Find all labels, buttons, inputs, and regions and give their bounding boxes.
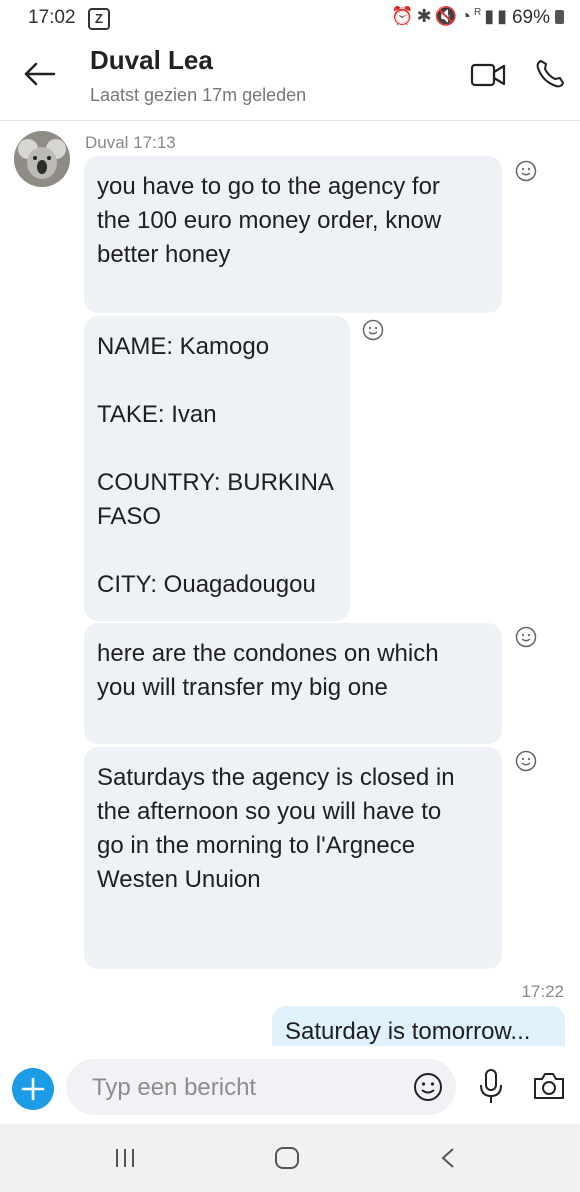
chat-header: Duval Lea Laatst gezien 17m geleden bbox=[0, 36, 580, 121]
reaction-smiley-icon[interactable] bbox=[515, 750, 537, 772]
alarm-icon: ⏰ bbox=[391, 6, 417, 26]
battery-percent: 69% bbox=[511, 7, 550, 28]
app-notification-icon: Z bbox=[88, 8, 110, 30]
video-call-icon[interactable] bbox=[470, 60, 506, 90]
phone-call-icon[interactable] bbox=[534, 58, 566, 90]
outgoing-message-bubble[interactable]: Saturday is tomorrow... bbox=[272, 1006, 565, 1048]
koala-avatar-image bbox=[14, 131, 70, 187]
system-navigation-bar bbox=[0, 1124, 580, 1192]
home-icon[interactable] bbox=[274, 1146, 300, 1170]
message-meta: Duval 17:13 bbox=[85, 133, 176, 153]
roaming-label: R bbox=[473, 7, 485, 18]
recent-apps-icon[interactable] bbox=[114, 1148, 136, 1168]
outgoing-time: 17:22 bbox=[521, 982, 564, 1001]
back-nav-icon[interactable] bbox=[440, 1147, 456, 1169]
status-icons: ⏰✱🔇◔R▮▮ bbox=[391, 6, 510, 27]
contact-name[interactable]: Duval Lea bbox=[90, 45, 213, 76]
message-input[interactable] bbox=[90, 1071, 394, 1105]
sender-name: Duval bbox=[85, 133, 129, 152]
message-input-container bbox=[66, 1059, 456, 1115]
status-bar: 17:02 Z ⏰✱🔇◔R▮▮ 69% bbox=[0, 0, 580, 36]
last-seen-status: Laatst gezien 17m geleden bbox=[90, 85, 307, 105]
reaction-smiley-icon[interactable] bbox=[515, 160, 537, 182]
emoji-icon[interactable] bbox=[413, 1072, 443, 1102]
message-time: 17:13 bbox=[133, 133, 176, 152]
contact-avatar[interactable] bbox=[14, 131, 70, 187]
microphone-icon[interactable] bbox=[478, 1068, 504, 1106]
message-bubble[interactable]: Saturdays the agency is closed in the af… bbox=[84, 747, 502, 969]
reaction-smiley-icon[interactable] bbox=[362, 319, 384, 341]
signal-icon: ▮▮ bbox=[484, 6, 510, 26]
mute-icon: 🔇 bbox=[434, 6, 461, 26]
message-bubble[interactable]: here are the condones on which you will … bbox=[84, 623, 502, 744]
bluetooth-icon: ✱ bbox=[416, 6, 435, 26]
status-time: 17:02 bbox=[28, 7, 76, 28]
message-bubble[interactable]: you have to go to the agency for the 100… bbox=[84, 156, 502, 313]
back-arrow-icon[interactable] bbox=[22, 56, 58, 92]
battery-icon bbox=[555, 10, 564, 24]
reaction-smiley-icon[interactable] bbox=[515, 626, 537, 648]
message-bubble[interactable]: NAME: Kamogo TAKE: Ivan COUNTRY: BURKINA… bbox=[84, 316, 350, 621]
wifi-icon: ◔ bbox=[460, 6, 474, 26]
camera-icon[interactable] bbox=[532, 1071, 566, 1101]
add-plus-button[interactable] bbox=[12, 1068, 54, 1110]
